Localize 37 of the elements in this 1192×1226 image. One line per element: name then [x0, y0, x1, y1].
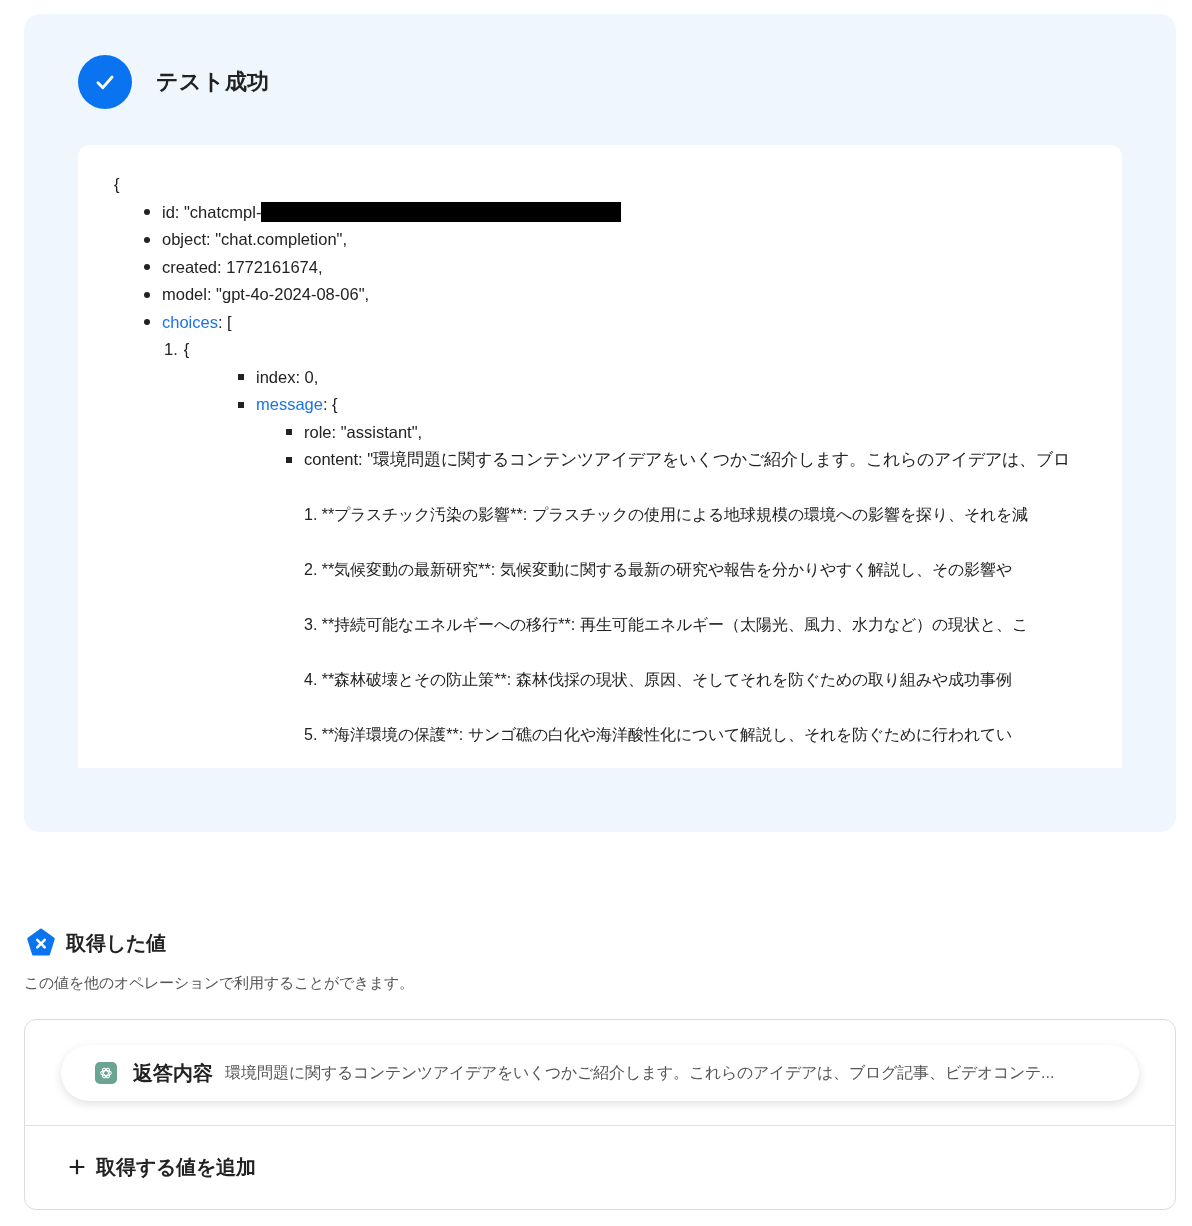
bullet-icon — [286, 456, 292, 463]
bullet-icon — [144, 264, 150, 271]
json-text: 4. **森林破壊とその防止策**: 森林伐採の現状、原因、そしてそれを防ぐための取り組みや成功事例 — [304, 670, 1013, 690]
json-text: { — [114, 174, 121, 196]
section-title: 取得した値 — [66, 930, 166, 956]
json-text: created: 1772161674, — [162, 257, 323, 277]
json-text: : [ — [217, 312, 232, 332]
json-text: 1. **プラスチック汚染の影響**: プラスチックの使用による地球規模の環境への影響を探り、それを減 — [304, 505, 1029, 525]
variable-icon — [26, 928, 56, 958]
value-label: 返答内容 — [133, 1060, 213, 1086]
section-description: この値を他のオペレーションで利用することができます。 — [24, 974, 415, 993]
json-text: id: "chatcmpl- — [162, 202, 262, 222]
bullet-icon — [286, 429, 292, 436]
json-text: role: "assistant", — [304, 422, 423, 442]
json-text: 2. **気候変動の最新研究**: 気候変動に関する最新の研究や報告を分かりやすく解説し、その影響や — [304, 560, 1013, 580]
knot-icon — [95, 1062, 117, 1084]
json-text: index: 0, — [256, 367, 319, 387]
json-text: 3. **持続可能なエネルギーへの移行**: 再生可能エネルギー（太陽光、風力、水力など）の現状と、こ — [304, 615, 1029, 635]
value-chip[interactable]: 返答内容 環境問題に関するコンテンツアイデアをいくつかご紹介します。これらのアイデアは、ブログ記事、ビデオコンテ... — [61, 1045, 1139, 1101]
json-text: { — [183, 340, 190, 360]
json-text: : { — [322, 395, 338, 415]
bullet-icon — [144, 319, 150, 326]
json-key-link[interactable]: choices — [162, 312, 218, 332]
json-text: model: "gpt-4o-2024-08-06", — [162, 285, 370, 305]
json-text: 5. **海洋環境の保護**: サンゴ礁の白化や海洋酸性化について解説し、それを防ぐために行われてい — [304, 725, 1013, 745]
bullet-icon — [144, 236, 150, 243]
bullet-icon — [144, 209, 150, 216]
bullet-icon — [144, 291, 150, 298]
result-title: テスト成功 — [156, 68, 269, 96]
add-value-button[interactable]: 取得する値を追加 — [66, 1153, 256, 1181]
json-text: object: "chat.completion", — [162, 230, 348, 250]
bullet-icon — [238, 374, 244, 381]
json-text: content: "環境問題に関するコンテンツアイデアをいくつかご紹介します。これらのアイデアは、ブロ — [304, 448, 1071, 470]
json-key-link[interactable]: message — [256, 395, 323, 415]
bullet-icon — [238, 401, 244, 408]
list-number: 1. — [164, 340, 178, 360]
value-text: 環境問題に関するコンテンツアイデアをいくつかご紹介します。これらのアイデアは、ブログ記事、ビデオコンテ... — [225, 1062, 1055, 1083]
